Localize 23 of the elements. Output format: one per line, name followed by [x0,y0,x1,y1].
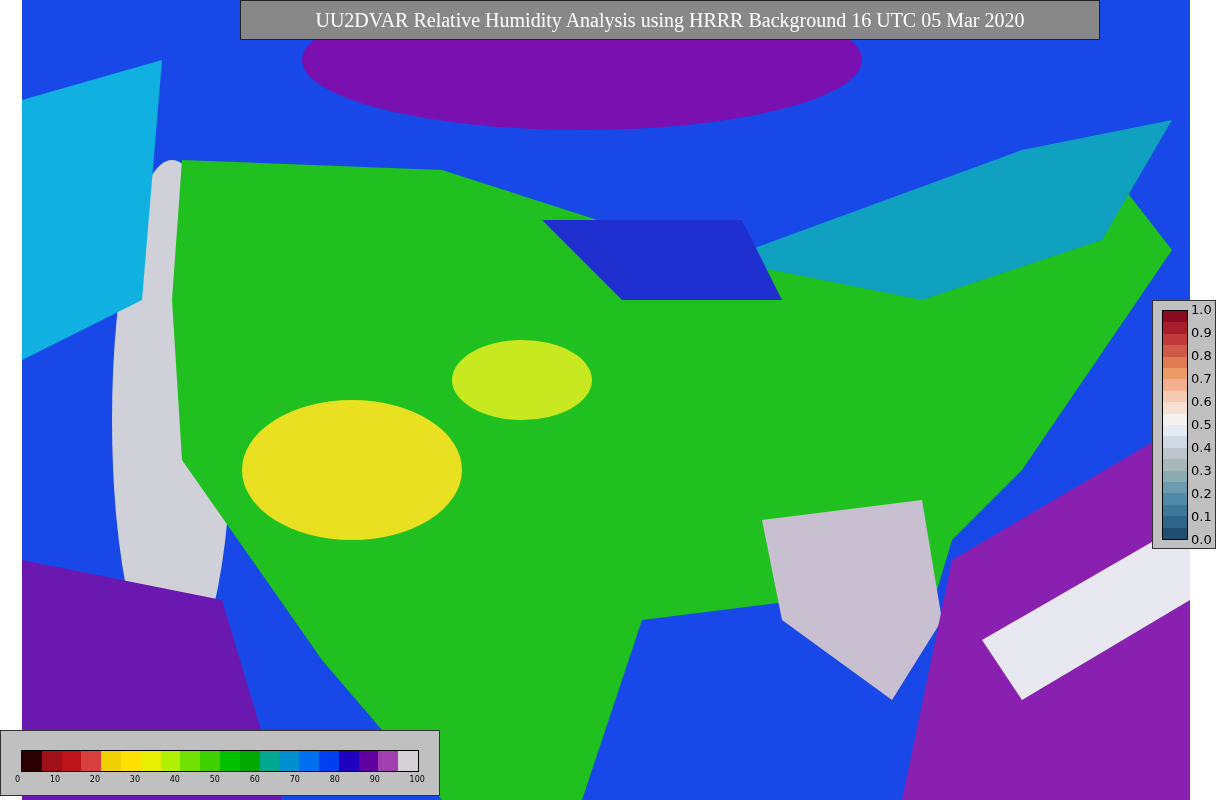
tick-label: 0.1 [1191,509,1212,525]
tick-label: 0.4 [1191,440,1212,456]
tick-label: 50 [209,775,220,784]
tick-label: 0.9 [1191,325,1212,341]
tick-label: 10 [49,775,61,784]
tick-label: 0.6 [1191,394,1212,410]
tick-label: 0.5 [1191,417,1212,433]
tick-label: 60 [249,775,260,784]
map-title: UU2DVAR Relative Humidity Analysis using HRRR Background 16 UTC 05 Mar 2020 [240,0,1100,40]
tick-label: 100 [409,775,425,784]
tick-label: 90 [369,775,380,784]
tick-label: 70 [289,775,300,784]
tick-label: 0.7 [1191,371,1212,387]
tick-label: 0.0 [1191,532,1212,548]
tick-label: 80 [329,775,340,784]
tick-label: 30 [129,775,140,784]
tick-label: 40 [169,775,180,784]
tick-label: 0.8 [1191,348,1212,364]
tick-label: 0.3 [1191,463,1212,479]
tick-label: 0.2 [1191,486,1212,502]
tick-label: 0 [15,775,21,784]
tick-label: 1.0 [1191,302,1212,318]
tick-label: 20 [89,775,101,784]
